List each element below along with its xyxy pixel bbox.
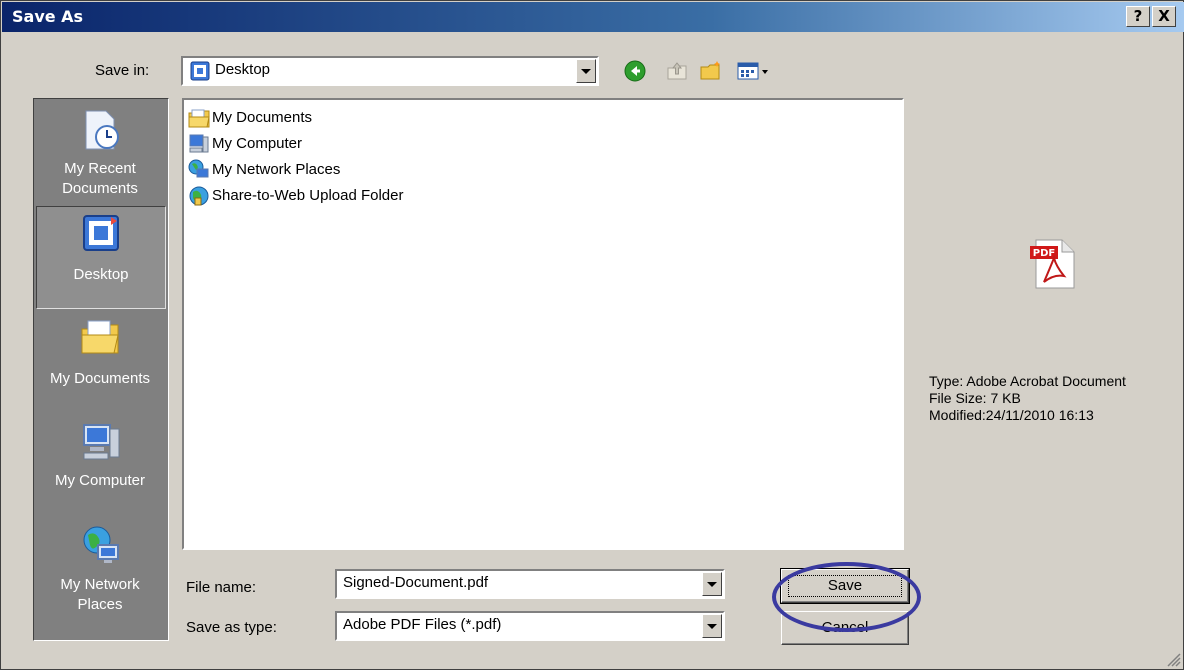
file-name-dropdown-arrow[interactable]	[702, 572, 722, 596]
place-network-places[interactable]: My Network Places	[36, 517, 166, 620]
pdf-badge-text: PDF	[1033, 248, 1055, 259]
chevron-down-icon	[707, 623, 717, 629]
back-icon[interactable]	[623, 59, 647, 83]
place-my-computer[interactable]: My Computer	[36, 413, 166, 516]
network-places-icon	[83, 526, 119, 563]
save-as-dialog: Save As ? X Save in: Desktop My Recent D…	[0, 0, 1184, 670]
file-name: Share-to-Web Upload Folder	[212, 187, 404, 204]
focus-rectangle	[788, 575, 902, 597]
save-as-type-dropdown-arrow[interactable]	[702, 614, 722, 638]
save-in-label: Save in:	[95, 62, 150, 79]
file-name: My Documents	[212, 109, 313, 126]
chevron-down-icon	[707, 581, 717, 587]
save-as-type-label: Save as type:	[186, 619, 277, 636]
place-label: Desktop	[73, 266, 129, 283]
save-as-type-dropdown[interactable]: Adobe PDF Files (*.pdf)	[335, 611, 725, 641]
file-preview-info: Type: Adobe Acrobat Document File Size: …	[929, 373, 1126, 424]
folder-documents-icon	[188, 109, 210, 128]
recent-documents-icon	[85, 110, 119, 150]
save-in-value: Desktop	[215, 61, 271, 78]
my-computer-icon	[83, 424, 120, 460]
new-folder-icon[interactable]	[699, 59, 723, 83]
view-menu-icon[interactable]	[737, 59, 771, 83]
place-label: My Network	[60, 576, 140, 593]
place-desktop[interactable]: Desktop	[36, 206, 166, 309]
file-name-label: File name:	[186, 579, 257, 596]
dialog-title: Save As	[12, 7, 84, 26]
place-label: My Documents	[49, 370, 151, 387]
desktop-icon	[190, 61, 210, 81]
file-list[interactable]: My Documents My Computer My Network Plac…	[182, 98, 904, 550]
preview-modified: Modified:24/11/2010 16:13	[929, 407, 1094, 423]
resize-grip-icon[interactable]	[1165, 651, 1181, 667]
computer-icon	[189, 134, 209, 153]
save-in-dropdown[interactable]: Desktop	[181, 56, 599, 86]
cancel-button[interactable]: Cancel	[781, 611, 909, 645]
web-folder-icon	[189, 186, 209, 206]
my-documents-icon	[81, 320, 119, 354]
place-label: Places	[77, 596, 123, 613]
file-name: My Computer	[212, 135, 303, 152]
place-label: My Computer	[54, 472, 146, 489]
up-folder-icon[interactable]	[665, 59, 689, 83]
pdf-file-icon: PDF	[1030, 239, 1075, 289]
help-button[interactable]: ?	[1126, 6, 1150, 27]
file-name-value[interactable]: Signed-Document.pdf	[343, 574, 488, 591]
chevron-down-icon	[581, 68, 591, 74]
places-bar: My Recent Documents Desktop My Documents	[33, 98, 169, 641]
title-bar[interactable]: Save As ? X	[2, 2, 1184, 32]
file-name-field[interactable]: Signed-Document.pdf	[335, 569, 725, 599]
file-name: My Network Places	[212, 161, 341, 178]
save-in-dropdown-arrow[interactable]	[576, 59, 596, 83]
place-label: My Recent	[64, 160, 136, 177]
desktop-icon	[83, 215, 119, 251]
close-button[interactable]: X	[1152, 6, 1176, 27]
save-as-type-value: Adobe PDF Files (*.pdf)	[343, 616, 502, 633]
place-recent-documents[interactable]: My Recent Documents	[36, 101, 166, 204]
save-button[interactable]: Save	[780, 568, 910, 604]
preview-type: Type: Adobe Acrobat Document	[929, 373, 1126, 389]
network-icon	[188, 159, 209, 178]
cancel-button-label: Cancel	[821, 619, 869, 636]
place-my-documents[interactable]: My Documents	[36, 309, 166, 412]
preview-size: File Size: 7 KB	[929, 390, 1021, 406]
place-label: Documents	[62, 180, 138, 197]
